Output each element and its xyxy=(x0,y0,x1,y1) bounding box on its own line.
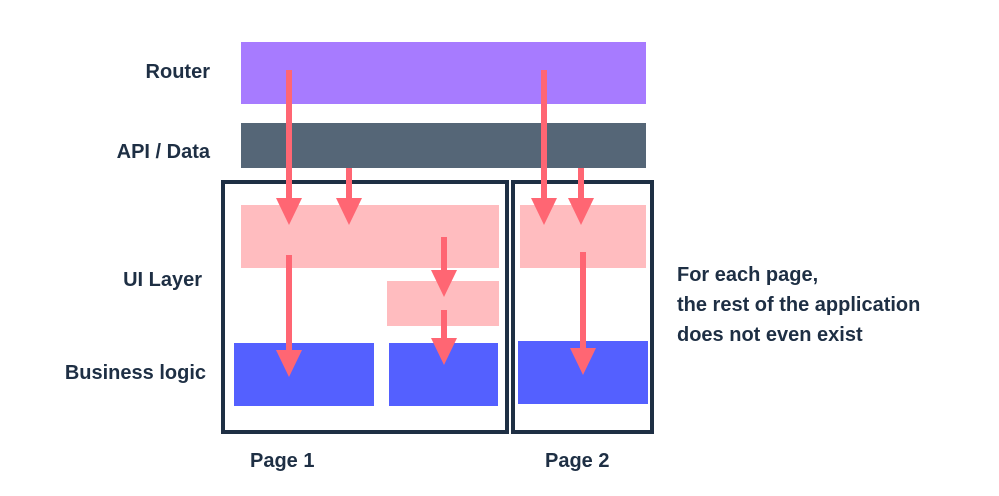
business-logic-label: Business logic xyxy=(64,362,206,384)
page1-business-block-left xyxy=(234,343,374,406)
ui-layer-label: UI Layer xyxy=(123,269,202,291)
note-text: For each page, the rest of the applicati… xyxy=(677,260,920,350)
api-data-label: API / Data xyxy=(116,141,210,163)
api-data-layer-bar xyxy=(241,123,646,168)
router-label: Router xyxy=(145,61,210,83)
note-line-1: For each page, xyxy=(677,264,819,286)
router-layer-bar xyxy=(241,42,646,104)
note-line-2: the rest of the application xyxy=(677,294,921,316)
note-line-3: does not even exist xyxy=(677,324,863,346)
architecture-diagram: Router API / Data UI Layer Business logi… xyxy=(0,0,999,496)
page2-label: Page 2 xyxy=(545,450,610,472)
page1-label: Page 1 xyxy=(250,450,315,472)
page1-ui-block xyxy=(241,205,499,268)
